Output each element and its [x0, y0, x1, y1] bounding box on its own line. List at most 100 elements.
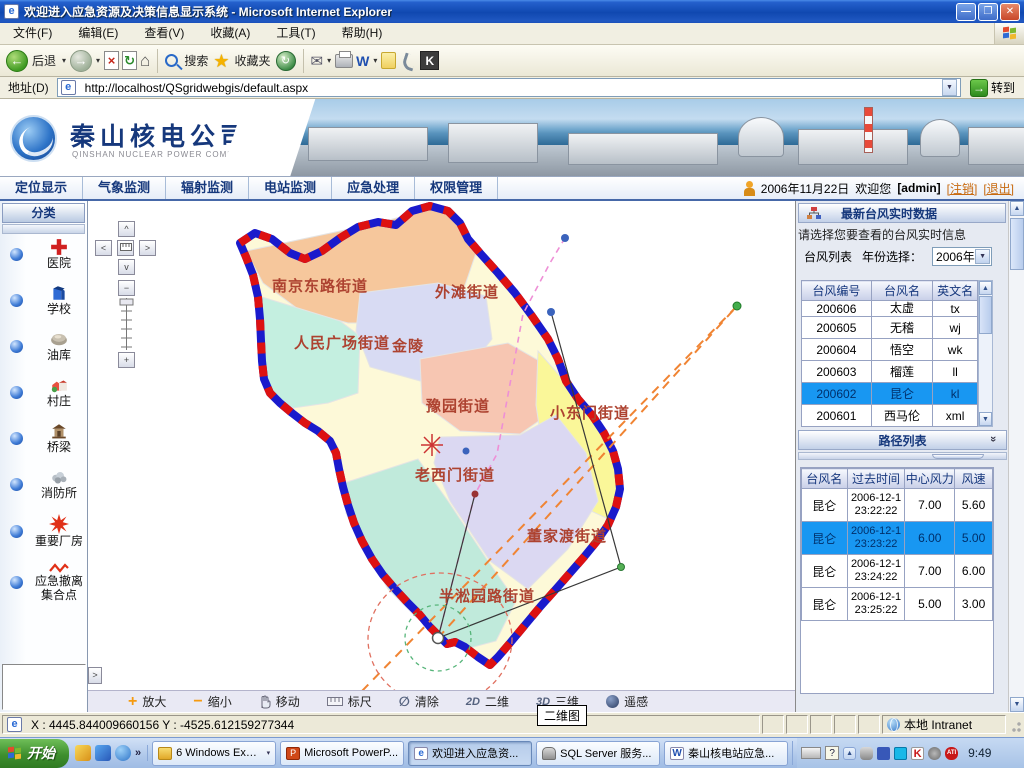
track-point[interactable]: [561, 234, 569, 242]
scroll-thumb[interactable]: [979, 296, 992, 334]
pan-tool[interactable]: 移动: [259, 693, 300, 710]
scroll-up-icon[interactable]: ▲: [1010, 201, 1024, 216]
favorites-label[interactable]: 收藏夹: [234, 52, 270, 69]
splitter-handle-icon[interactable]: [932, 454, 984, 459]
menu-edit[interactable]: 编辑(E): [65, 23, 131, 44]
search-icon[interactable]: [165, 54, 178, 67]
history-icon[interactable]: ↻: [276, 51, 296, 71]
year-select-arrow-icon[interactable]: ▼: [975, 249, 990, 264]
collapse-chevron-icon[interactable]: »: [987, 436, 999, 442]
edit-with-word-icon[interactable]: W: [356, 53, 369, 69]
ime-keyboard-icon[interactable]: [801, 747, 821, 759]
typhoon-row[interactable]: 200601 西马伦 xml: [802, 405, 978, 427]
pan-up-button[interactable]: ^: [118, 221, 135, 237]
tray-antivirus-icon[interactable]: K: [911, 747, 924, 760]
zoom-out-tool[interactable]: − 缩小: [193, 693, 231, 710]
clear-tool[interactable]: ∅ 清除: [399, 693, 439, 710]
taskbar-button-sql-server[interactable]: SQL Server 服务...: [536, 741, 660, 766]
page-scrollbar[interactable]: ▲ ▼: [1008, 201, 1024, 712]
sidebar-item-hospital[interactable]: 医院: [10, 238, 87, 270]
year-select[interactable]: 2006年 ▼: [932, 247, 992, 266]
exit-link[interactable]: [退出]: [983, 180, 1014, 197]
sidebar-item-village[interactable]: 村庄: [10, 376, 87, 408]
typhoon-center-point[interactable]: [433, 633, 444, 644]
mode-2d-tool[interactable]: 2D 二维: [466, 693, 509, 710]
track-point[interactable]: [547, 308, 555, 316]
track-point-red[interactable]: [472, 491, 479, 498]
path-row[interactable]: 昆仑 2006-12-123:22:22 7.00 5.60: [802, 489, 993, 522]
full-extent-button[interactable]: [117, 240, 134, 256]
zoom-slider[interactable]: [118, 298, 135, 350]
typhoon-row[interactable]: 200603 榴莲 ll: [802, 361, 978, 383]
scroll-down-icon[interactable]: ▼: [1010, 697, 1024, 712]
start-button[interactable]: 开始: [0, 739, 69, 768]
track-point-green[interactable]: [733, 302, 741, 310]
address-dropdown-icon[interactable]: ▼: [942, 79, 957, 96]
tab-emergency-handling[interactable]: 应急处理: [332, 177, 415, 199]
back-label[interactable]: 后退: [32, 52, 56, 69]
refresh-icon[interactable]: ↻: [122, 51, 137, 70]
tab-weather-monitoring[interactable]: 气象监测: [83, 177, 166, 199]
scroll-thumb[interactable]: [1010, 218, 1024, 270]
path-row-selected[interactable]: 昆仑 2006-12-123:23:22 6.00 5.00: [802, 522, 993, 555]
logout-link[interactable]: [注销]: [947, 180, 978, 197]
pan-left-button[interactable]: <: [95, 240, 112, 256]
tray-ati-icon[interactable]: ATI: [945, 747, 958, 760]
path-list-header[interactable]: 路径列表 »: [798, 430, 1007, 450]
close-button[interactable]: ✕: [1000, 3, 1020, 21]
sidebar-item-school[interactable]: 学校: [10, 284, 87, 316]
taskbar-button-word-doc[interactable]: W 秦山核电站应急...: [664, 741, 788, 766]
typhoon-row[interactable]: 200606 太虚 tx: [802, 301, 978, 317]
resize-grip[interactable]: [1008, 715, 1022, 734]
sidebar-header[interactable]: 分类: [2, 203, 85, 223]
forward-dropdown-icon[interactable]: ▾: [96, 56, 100, 65]
menu-file[interactable]: 文件(F): [0, 23, 65, 44]
print-icon[interactable]: [335, 54, 353, 68]
tab-station-monitoring[interactable]: 电站监测: [249, 177, 332, 199]
typhoon-row[interactable]: 200604 悟空 wk: [802, 339, 978, 361]
minimize-button[interactable]: —: [956, 3, 976, 21]
scroll-down-icon[interactable]: ▼: [979, 412, 992, 426]
ruler-tool[interactable]: 标尺: [327, 693, 372, 710]
taskbar-button-ie-active[interactable]: e 欢迎进入应急资...: [408, 741, 532, 766]
pan-right-button[interactable]: >: [139, 240, 156, 256]
panel-splitter[interactable]: [798, 452, 1007, 460]
tray-volume-icon[interactable]: [928, 747, 941, 760]
go-button[interactable]: → 转到: [965, 79, 1020, 97]
typhoon-row[interactable]: 200605 无稽 wj: [802, 317, 978, 339]
hide-icons-chevron-icon[interactable]: ▲: [843, 747, 856, 760]
path-row[interactable]: 昆仑 2006-12-123:25:22 5.00 3.00: [802, 588, 993, 621]
menu-view[interactable]: 查看(V): [131, 23, 197, 44]
zoom-out-step-button[interactable]: −: [118, 280, 135, 296]
home-icon[interactable]: ⌂: [140, 51, 150, 71]
typhoon-table-scrollbar[interactable]: ▲ ▼: [978, 280, 993, 427]
back-dropdown-icon[interactable]: ▾: [62, 56, 66, 65]
tab-radiation-monitoring[interactable]: 辐射监测: [166, 177, 249, 199]
taskbar-button-explorer-group[interactable]: 6 Windows Expl... ▾: [152, 741, 276, 766]
sidebar-item-bridge[interactable]: 桥梁: [10, 422, 87, 454]
taskbar-clock[interactable]: 9:49: [962, 746, 997, 760]
hook-tool-icon[interactable]: [399, 52, 417, 70]
quick-launch-overflow-icon[interactable]: »: [135, 747, 141, 759]
track-point[interactable]: [463, 448, 470, 455]
menu-tools[interactable]: 工具(T): [263, 23, 328, 44]
tab-permission-management[interactable]: 权限管理: [415, 177, 498, 199]
back-icon[interactable]: ←: [6, 50, 28, 72]
mail-icon[interactable]: ✉: [311, 52, 324, 70]
restore-button[interactable]: ❐: [978, 3, 998, 21]
typhoon-panel-header[interactable]: 最新台风实时数据: [798, 203, 1006, 223]
forward-icon[interactable]: →: [70, 50, 92, 72]
ime-help-icon[interactable]: ?: [825, 746, 839, 760]
typhoon-row-selected[interactable]: 200602 昆仑 kl: [802, 383, 978, 405]
menu-favorites[interactable]: 收藏(A): [197, 23, 263, 44]
search-label[interactable]: 搜索: [184, 52, 208, 69]
pan-down-button[interactable]: v: [118, 259, 135, 275]
sidebar-item-key-plant[interactable]: 重要厂房: [10, 514, 87, 548]
tray-sql-icon[interactable]: [860, 747, 873, 760]
map-canvas[interactable]: 南京东路街道 外滩街道 人民广场街道 金陵 豫园街道 小东门街道 老西门街道 董…: [88, 201, 795, 690]
tab-location-display[interactable]: 定位显示: [0, 177, 83, 199]
taskbar-button-powerpoint[interactable]: P Microsoft PowerP...: [280, 741, 404, 766]
notes-icon[interactable]: [381, 52, 396, 69]
sidebar-item-fire-station[interactable]: 消防所: [10, 468, 87, 500]
quick-launch-ie-icon[interactable]: [115, 745, 131, 761]
